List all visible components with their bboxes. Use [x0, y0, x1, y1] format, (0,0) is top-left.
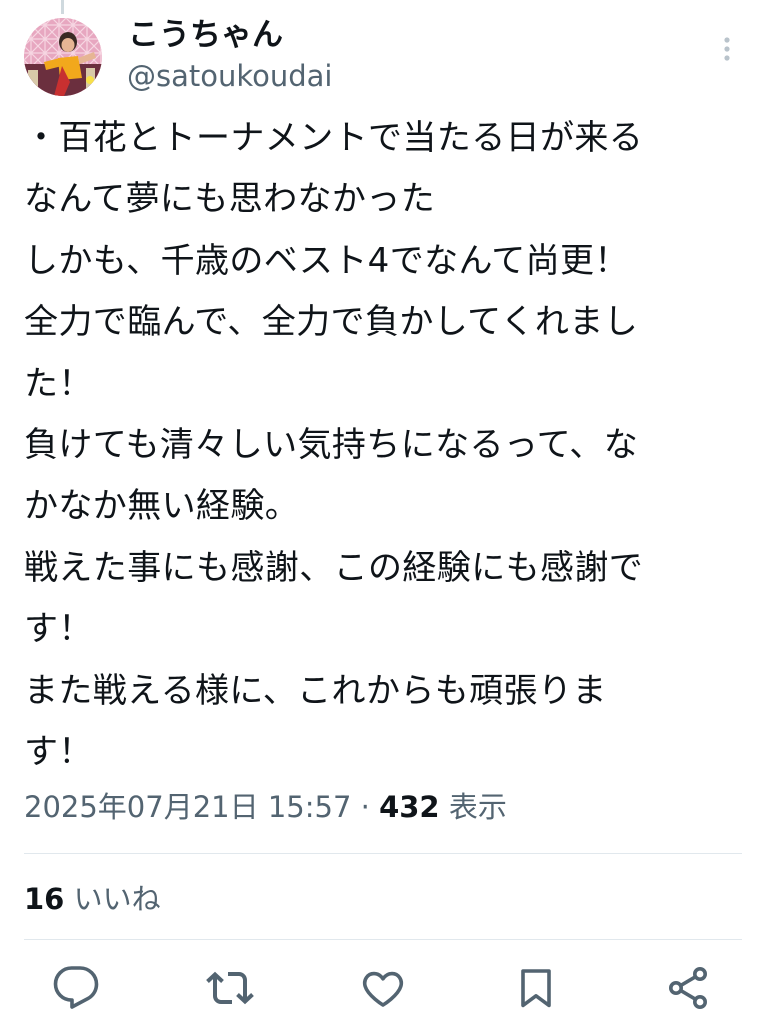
bookmark-icon	[521, 969, 551, 1008]
tweet-text-line: 戦えた事にも感謝、この経験にも感謝で	[24, 547, 644, 588]
more-vertical-icon	[724, 37, 730, 61]
reply-button[interactable]	[52, 964, 100, 1012]
tweet-text-line: なんて夢にも思わなかった	[24, 179, 436, 220]
tweet-text-line: す！	[24, 731, 93, 772]
tweet-text-line: また戦える様に、これからも頑張りま	[24, 670, 607, 711]
avatar[interactable]	[24, 18, 102, 96]
likes-count: 16	[24, 882, 65, 916]
tweet-text: ・百花とトーナメントで当たる日が来る なんて夢にも思わなかった しかも、千歳のベ…	[24, 108, 724, 783]
author-handle[interactable]: @satoukoudai	[127, 58, 333, 94]
share-icon	[669, 967, 707, 1009]
reply-icon	[53, 966, 99, 1009]
avatar-image	[24, 18, 102, 96]
views-label: 表示	[448, 790, 507, 824]
tweet-text-line: 全力で臨んで、全力で負かしてくれまし	[24, 302, 639, 343]
tweet-text-line: かなか無い経験。	[24, 486, 300, 527]
divider	[24, 853, 742, 854]
divider	[24, 939, 742, 940]
tweet-meta: 2025年07月21日 15:57 · 432 表示	[24, 787, 507, 827]
likes-label: いいね	[73, 882, 161, 916]
heart-icon	[362, 971, 404, 1007]
meta-separator: ·	[360, 790, 370, 824]
likes-summary[interactable]: 16 いいね	[24, 879, 161, 919]
tweet-timestamp[interactable]: 2025年07月21日 15:57	[24, 790, 351, 824]
thread-connector-line	[61, 0, 64, 14]
tweet-text-line: た！	[24, 363, 93, 404]
share-button[interactable]	[664, 964, 712, 1012]
like-button[interactable]	[359, 964, 407, 1012]
tweet-text-line: す！	[24, 609, 93, 650]
tweet-text-line: しかも、千歳のベスト4でなんて尚更！	[24, 240, 629, 281]
views-count: 432	[379, 790, 440, 824]
more-options-button[interactable]	[712, 30, 742, 70]
author-display-name[interactable]: こうちゃん	[128, 16, 283, 54]
tweet-text-line: 負けても清々しい気持ちになるって、な	[24, 424, 639, 465]
bookmark-button[interactable]	[512, 964, 560, 1012]
tweet-text-line: ・百花とトーナメントで当たる日が来る	[24, 118, 644, 158]
retweet-icon	[206, 971, 254, 1005]
retweet-button[interactable]	[206, 964, 254, 1012]
